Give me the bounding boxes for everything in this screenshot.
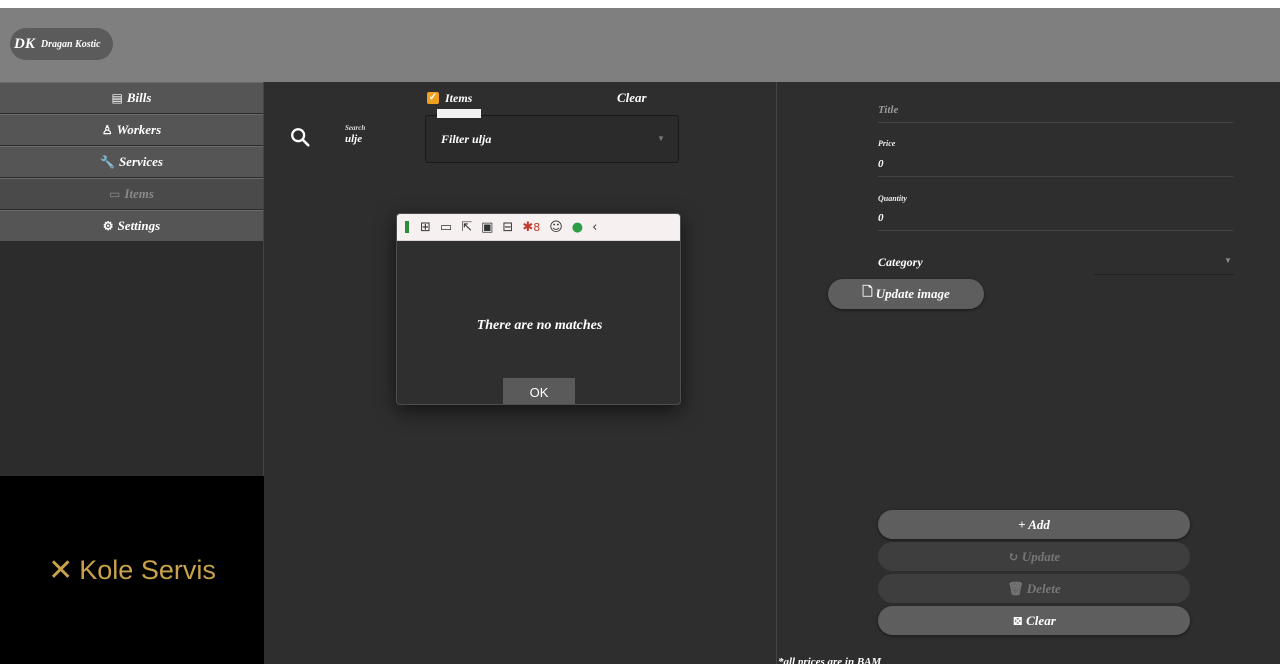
dialog-toolbar: ⊞ ▭ ⇱ ▣ ⊟ ✱8 ☺ ● ‹ [397, 214, 680, 241]
bug-icon[interactable]: ✱8 [522, 220, 540, 235]
inspect-tree-icon[interactable]: ⊞ [420, 220, 431, 235]
update-button-label: Update [1021, 548, 1061, 564]
logo: ✕ Kole Servis [0, 476, 264, 664]
search-input[interactable]: ulje [345, 133, 362, 145]
sidebar-item-label: Services [118, 154, 163, 169]
delete-button-label: Delete [1026, 580, 1061, 596]
sidebar-item-label: Items [124, 186, 154, 201]
quantity-input[interactable]: 0 [878, 212, 884, 224]
clear-box-icon: ⊠ [1012, 612, 1024, 628]
price-input[interactable]: 0 [878, 158, 884, 170]
user-initials: DK [14, 35, 35, 52]
search-icon[interactable] [289, 126, 311, 148]
image-file-icon: 🗋 [862, 284, 873, 299]
video-icon[interactable]: ▭ [440, 220, 452, 235]
title-input[interactable]: Title [878, 104, 898, 116]
price-underline [878, 176, 1233, 177]
sidebar-item-workers[interactable]: ♙ Workers [0, 114, 263, 145]
category-label: Category [878, 255, 923, 269]
check-circle-icon[interactable]: ● [572, 220, 583, 235]
update-image-label: Update image [875, 286, 950, 301]
item-form-panel: Title Price 0 Quantity 0 Category ▼ 🗋 Up… [778, 82, 1280, 664]
sidebar-item-services[interactable]: 🔧 Services [0, 146, 263, 177]
chevron-left-icon[interactable]: ‹ [592, 220, 597, 235]
crossed-tools-icon: ✕ [48, 553, 74, 587]
accessibility-icon[interactable]: ☺ [549, 220, 563, 235]
search-label: Search [345, 124, 366, 132]
add-button-label: + Add [1018, 516, 1050, 532]
sidebar-item-label: Workers [116, 122, 162, 137]
wrench-icon: 🔧 [100, 154, 115, 169]
worker-icon: ♙ [101, 122, 113, 137]
sidebar-item-items[interactable]: ▭ Items [0, 178, 263, 209]
gear-icon: ⚙ [102, 218, 114, 233]
trash-icon: 🗑 [1007, 580, 1024, 596]
dialog-message: There are no matches [476, 318, 603, 333]
filter-select-label [437, 109, 481, 118]
update-button[interactable]: ↻ Update [878, 542, 1190, 571]
quantity-underline [878, 230, 1233, 231]
add-button[interactable]: + Add [878, 510, 1190, 539]
top-bar: DK Dragan Kostic [0, 8, 1280, 82]
update-image-button[interactable]: 🗋 Update image [828, 279, 984, 309]
prices-footnote: *all prices are in BAM [778, 656, 882, 664]
ok-button[interactable]: OK [503, 378, 575, 404]
quantity-label: Quantity [878, 194, 907, 203]
sidebar-item-label: Bills [126, 90, 152, 105]
items-icon: ▭ [109, 186, 121, 201]
clear-filter-button[interactable]: Clear [617, 90, 647, 106]
clear-form-button[interactable]: ⊠ Clear [878, 606, 1190, 635]
refresh-icon: ↻ [1007, 548, 1019, 564]
user-name: Dragan Kostic [40, 38, 101, 50]
items-checkbox[interactable]: ✓ [427, 92, 439, 104]
delete-button[interactable]: 🗑 Delete [878, 574, 1190, 603]
price-label: Price [878, 139, 896, 148]
sidebar: ▤ Bills ♙ Workers 🔧 Services ▭ Items ⚙ S… [0, 82, 264, 664]
sidebar-item-settings[interactable]: ⚙ Settings [0, 210, 263, 241]
no-matches-dialog: ⊞ ▭ ⇱ ▣ ⊟ ✱8 ☺ ● ‹ There are no matches … [396, 213, 681, 405]
receipt-icon: ▤ [111, 90, 123, 105]
user-chip[interactable]: DK Dragan Kostic [10, 28, 113, 60]
category-select[interactable] [1094, 274, 1234, 275]
chevron-down-icon: ▼ [657, 134, 665, 143]
chevron-down-icon: ▼ [1224, 256, 1232, 265]
title-underline [878, 122, 1233, 123]
layout-icon[interactable]: ⊟ [502, 220, 513, 235]
items-checkbox-label: Items [445, 91, 473, 105]
select-element-icon[interactable]: ⇱ [461, 220, 472, 235]
sidebar-item-label: Settings [117, 218, 161, 233]
sidebar-item-bills[interactable]: ▤ Bills [0, 82, 263, 113]
logo-text: Kole Servis [79, 554, 216, 585]
clear-button-label: Clear [1026, 612, 1056, 628]
filter-select-value: Filter ulja [441, 132, 492, 146]
frame-icon[interactable]: ▣ [481, 220, 493, 235]
green-marker [405, 221, 409, 233]
